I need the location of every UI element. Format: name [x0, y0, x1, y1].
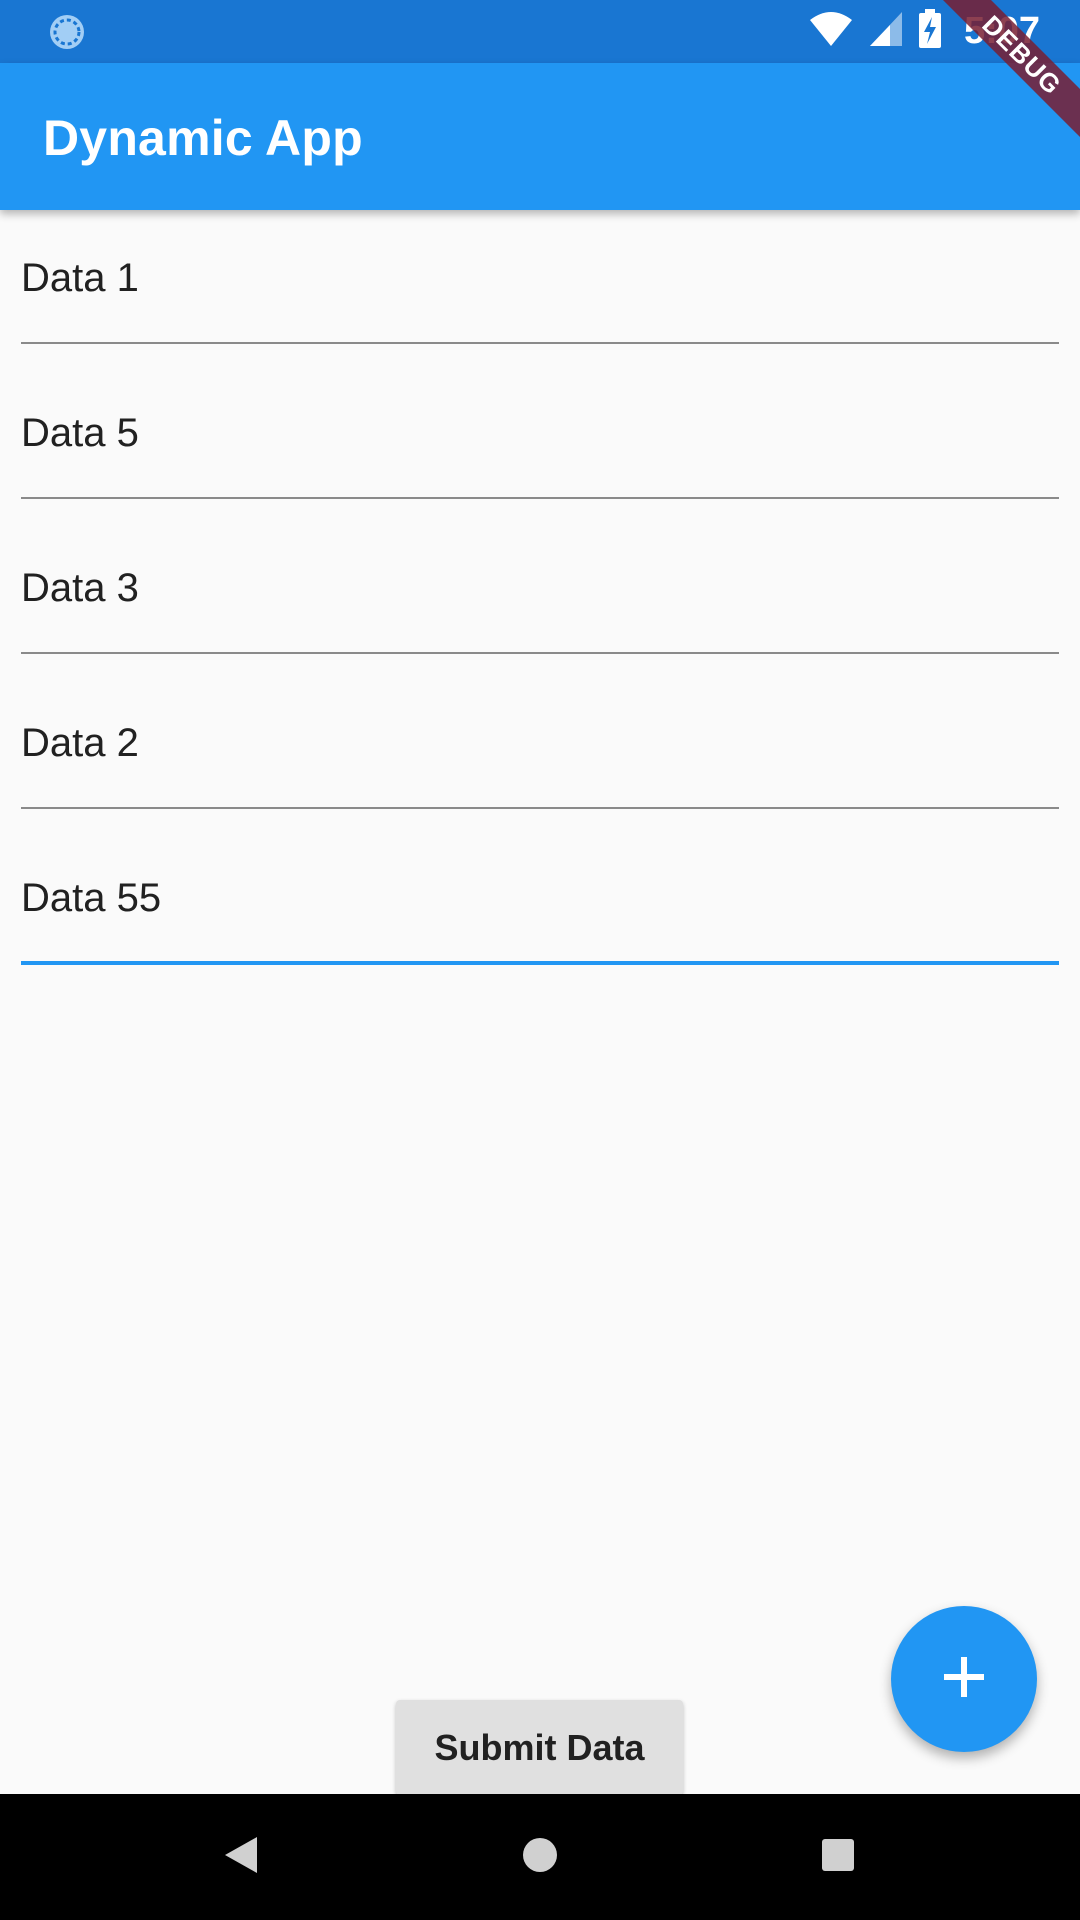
data-field-3	[21, 520, 1059, 654]
field-underline	[21, 342, 1059, 344]
home-button[interactable]	[507, 1824, 573, 1890]
app-bar: Dynamic App	[0, 63, 1080, 210]
add-field-button[interactable]	[891, 1606, 1037, 1752]
app-title: Dynamic App	[43, 110, 363, 166]
battery-charging-icon	[918, 9, 942, 54]
data-field-5	[21, 830, 1059, 965]
signal-icon	[868, 10, 904, 53]
wifi-icon	[808, 10, 854, 53]
submit-data-button[interactable]: Submit Data	[396, 1700, 683, 1795]
field-underline	[21, 652, 1059, 654]
data-input-1[interactable]	[21, 254, 1059, 302]
add-icon	[942, 1655, 986, 1704]
data-field-4	[21, 675, 1059, 809]
data-field-2	[21, 365, 1059, 499]
home-icon	[521, 1836, 559, 1879]
back-button[interactable]	[208, 1824, 274, 1890]
field-underline	[21, 807, 1059, 809]
status-bar: 5:07	[0, 0, 1080, 63]
recents-button[interactable]	[805, 1824, 871, 1890]
status-time: 5:07	[963, 10, 1040, 52]
field-underline-focused	[21, 961, 1059, 965]
navigation-bar	[0, 1794, 1080, 1920]
data-input-3[interactable]	[21, 564, 1059, 612]
data-field-1	[21, 210, 1059, 344]
field-underline	[21, 497, 1059, 499]
sync-circle-icon	[48, 13, 86, 51]
back-icon	[223, 1835, 259, 1880]
recents-icon	[821, 1838, 855, 1877]
data-input-5[interactable]	[21, 874, 1059, 922]
data-input-4[interactable]	[21, 719, 1059, 767]
data-input-2[interactable]	[21, 409, 1059, 457]
status-icons: 5:07	[808, 0, 1040, 63]
